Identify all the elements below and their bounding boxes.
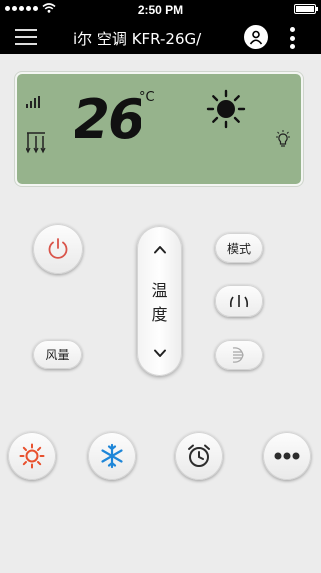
temp-down-button[interactable] — [137, 338, 182, 368]
timer-button[interactable] — [175, 432, 223, 480]
temperature-label-line1: 温 — [151, 281, 168, 300]
sleep-icon — [229, 295, 249, 308]
temperature-label-line2: 度 — [151, 305, 168, 324]
temperature-rocker: 温 度 — [137, 226, 182, 376]
status-time: 2:50 PM — [137, 3, 184, 17]
swing-button[interactable] — [215, 340, 263, 370]
alarm-clock-icon — [188, 444, 210, 467]
more-options-button[interactable] — [263, 432, 311, 480]
status-bar: 2:50 PM — [0, 0, 321, 20]
user-icon[interactable] — [244, 25, 268, 49]
sun-icon — [206, 89, 246, 129]
lcd-display: 26 °C — [15, 72, 303, 186]
snowflake-icon — [101, 443, 123, 469]
nav-bar: i尔 空调 KFR-26G/ — [0, 20, 321, 54]
chevron-up-icon — [153, 245, 166, 253]
temp-up-button[interactable] — [137, 234, 182, 264]
ellipsis-icon — [274, 452, 300, 460]
cool-mode-button[interactable] — [88, 432, 136, 480]
temperature-digits: 26 — [75, 88, 141, 148]
swing-direction-icon — [232, 347, 244, 363]
fan-speed-button[interactable]: 风量 — [33, 340, 82, 369]
page-title: i尔 空调 KFR-26G/ — [73, 30, 202, 48]
chevron-down-icon — [153, 349, 166, 357]
sleep-button[interactable] — [215, 285, 263, 317]
battery-icon — [294, 4, 318, 14]
heat-sun-icon — [19, 443, 45, 469]
swing-icon — [26, 132, 46, 154]
power-button[interactable] — [33, 224, 83, 274]
temperature-value: 26 — [75, 88, 141, 148]
menu-icon[interactable] — [15, 29, 37, 45]
temperature-label: 温 度 — [137, 279, 182, 327]
mode-button[interactable]: 模式 — [215, 233, 263, 263]
power-icon — [48, 238, 68, 259]
more-vertical-icon[interactable] — [288, 27, 296, 49]
fan-speed-icon — [26, 96, 40, 108]
temperature-unit: °C — [139, 90, 155, 105]
heat-mode-button[interactable] — [8, 432, 56, 480]
light-bulb-icon — [276, 130, 290, 147]
